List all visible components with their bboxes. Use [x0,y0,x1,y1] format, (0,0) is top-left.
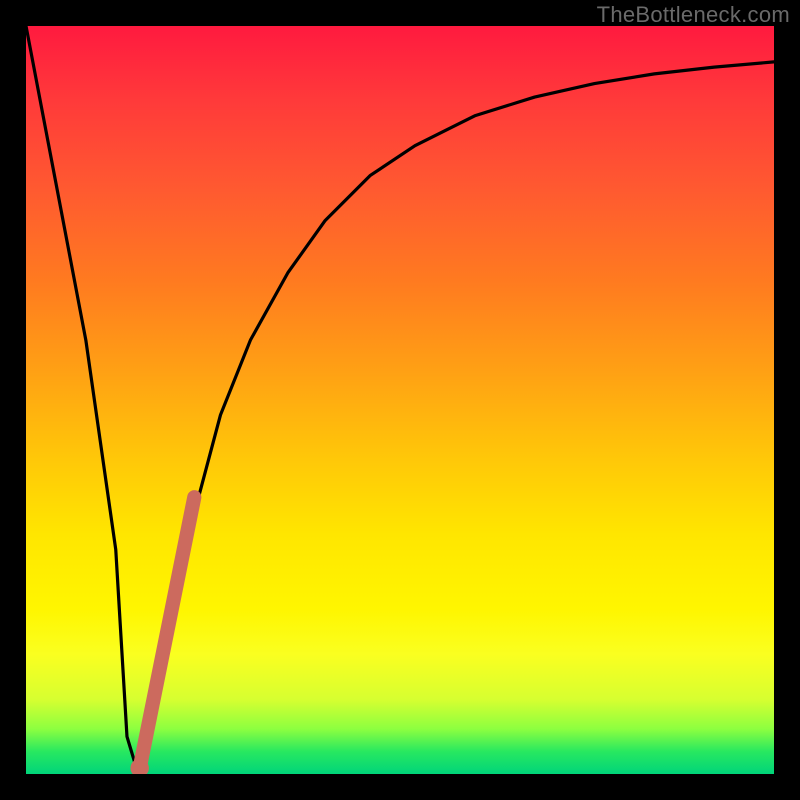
chart-frame: TheBottleneck.com [0,0,800,800]
gradient-background [26,26,774,774]
watermark-text: TheBottleneck.com [597,2,790,28]
